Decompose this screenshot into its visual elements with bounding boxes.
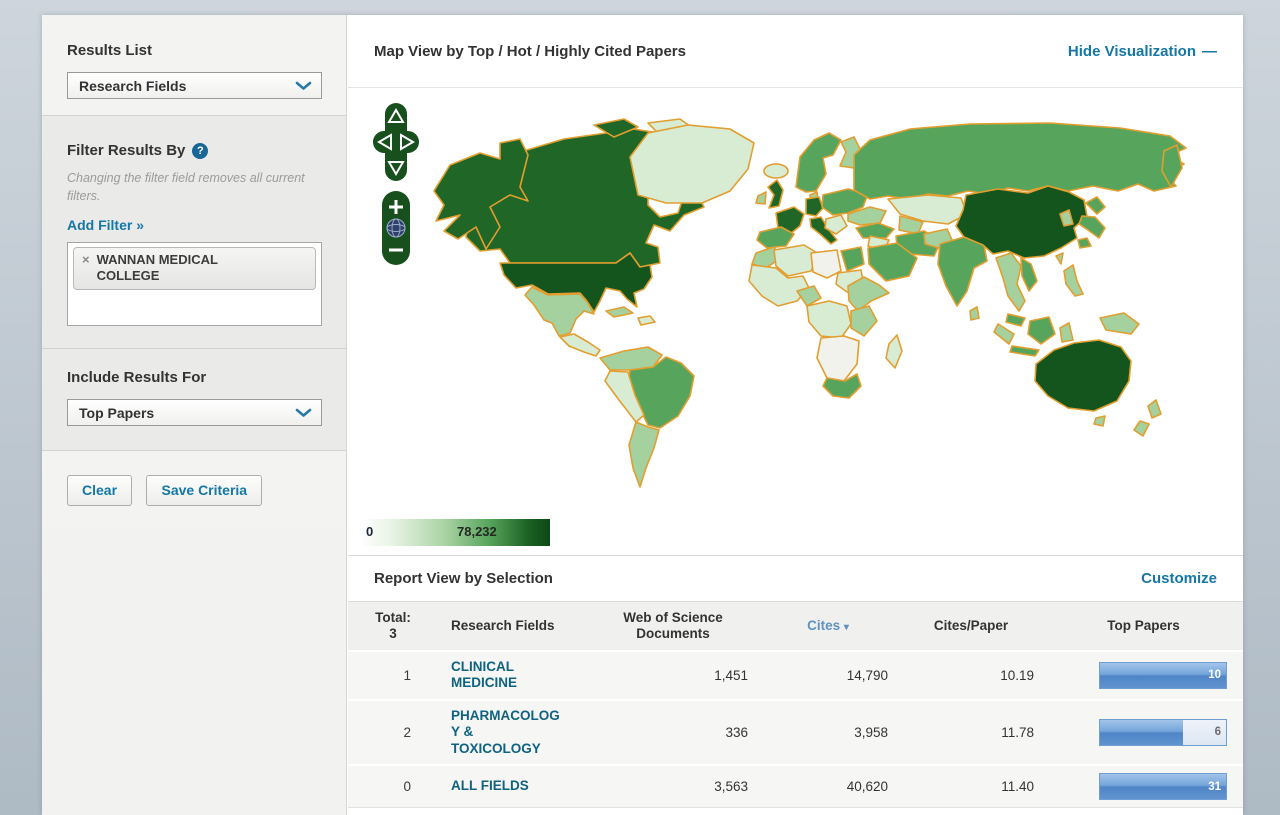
save-criteria-button[interactable]: Save Criteria <box>146 475 262 506</box>
results-list-heading: Results List <box>67 42 322 59</box>
zoom-control-icon <box>382 191 410 265</box>
filter-tag-label: WANNAN MEDICAL COLLEGE <box>97 252 267 283</box>
report-title: Report View by Selection <box>374 570 553 587</box>
include-results-dropdown[interactable]: Top Papers <box>67 399 322 426</box>
chevron-down-icon <box>295 408 312 418</box>
include-results-heading: Include Results For <box>67 369 322 386</box>
map-title: Map View by Top / Hot / Highly Cited Pap… <box>374 43 686 60</box>
filter-note: Changing the filter field removes all cu… <box>67 170 321 205</box>
minus-icon: — <box>1202 43 1217 60</box>
table-row: 1 CLINICAL MEDICINE 1,451 14,790 10.19 1… <box>348 651 1243 700</box>
cites-per-paper-value: 11.78 <box>898 700 1044 765</box>
row-rank: 2 <box>348 700 438 765</box>
results-list-selected: Research Fields <box>79 78 186 94</box>
cites-per-paper-header[interactable]: Cites/Paper <box>898 602 1044 651</box>
cites-value: 40,620 <box>758 765 898 808</box>
cites-value: 3,958 <box>758 700 898 765</box>
legend-max-label: 78,232 <box>457 524 497 539</box>
top-papers-bar: 6 <box>1099 719 1227 746</box>
customize-link[interactable]: Customize <box>1141 570 1217 587</box>
legend-min-label: 0 <box>366 524 373 539</box>
map-legend-gradient: 0 78,232 <box>361 519 550 546</box>
top-papers-header[interactable]: Top Papers <box>1044 602 1243 651</box>
choropleth-map-canvas[interactable] <box>348 95 1238 535</box>
row-rank: 1 <box>348 651 438 700</box>
field-link[interactable]: PHARMACOLOGY & TOXICOLOGY <box>451 708 561 757</box>
filter-list-box: × WANNAN MEDICAL COLLEGE <box>67 242 322 326</box>
research-fields-header[interactable]: Research Fields <box>438 602 588 651</box>
remove-filter-icon[interactable]: × <box>82 252 90 268</box>
filter-section: Filter Results By? Changing the filter f… <box>42 116 346 349</box>
top-papers-value: 31 <box>1208 781 1221 793</box>
main-panel: Map View by Top / Hot / Highly Cited Pap… <box>348 15 1243 815</box>
cites-per-paper-value: 11.40 <box>898 765 1044 808</box>
table-row: 0 ALL FIELDS 3,563 40,620 11.40 31 <box>348 765 1243 808</box>
docs-value: 3,563 <box>588 765 758 808</box>
map-header: Map View by Top / Hot / Highly Cited Pap… <box>348 15 1243 88</box>
map-navigation-controls[interactable] <box>372 103 420 273</box>
docs-value: 1,451 <box>588 651 758 700</box>
sort-descending-icon: ▾ <box>844 622 849 633</box>
add-filter-link[interactable]: Add Filter » <box>67 217 144 233</box>
top-papers-value: 6 <box>1215 726 1221 738</box>
filter-tag[interactable]: × WANNAN MEDICAL COLLEGE <box>73 247 316 290</box>
field-link[interactable]: ALL FIELDS <box>451 778 529 794</box>
filter-heading: Filter Results By? <box>67 142 322 159</box>
report-table: Total:3 Research Fields Web of Science D… <box>348 601 1243 808</box>
pan-control-icon <box>373 103 419 181</box>
sidebar: Results List Research Fields Filter Resu… <box>42 15 347 815</box>
include-results-section: Include Results For Top Papers <box>42 349 346 451</box>
top-papers-bar: 10 <box>1099 662 1227 689</box>
app-panel: Results List Research Fields Filter Resu… <box>42 15 1243 815</box>
top-papers-bar: 31 <box>1099 773 1227 800</box>
docs-value: 336 <box>588 700 758 765</box>
cites-sort-header[interactable]: Cites ▾ <box>758 602 898 651</box>
hide-visualization-link[interactable]: Hide Visualization— <box>1068 43 1217 60</box>
include-results-selected: Top Papers <box>79 405 154 421</box>
cites-per-paper-value: 10.19 <box>898 651 1044 700</box>
field-link[interactable]: CLINICAL MEDICINE <box>451 659 558 692</box>
page: { "colors": { "accent_blue": "#1577a5", … <box>0 0 1280 815</box>
cites-value: 14,790 <box>758 651 898 700</box>
world-map[interactable]: 0 78,232 <box>348 88 1243 555</box>
criteria-actions: Clear Save Criteria <box>42 451 346 528</box>
total-header: Total:3 <box>348 602 438 651</box>
results-list-dropdown[interactable]: Research Fields <box>67 72 322 99</box>
row-rank: 0 <box>348 765 438 808</box>
report-table-header-row: Total:3 Research Fields Web of Science D… <box>348 602 1243 651</box>
table-row: 2 PHARMACOLOGY & TOXICOLOGY 336 3,958 11… <box>348 700 1243 765</box>
results-list-section: Results List Research Fields <box>42 15 346 116</box>
report-header: Report View by Selection Customize <box>348 555 1243 601</box>
help-icon[interactable]: ? <box>192 143 208 159</box>
clear-button[interactable]: Clear <box>67 475 132 506</box>
chevron-down-icon <box>295 81 312 91</box>
top-papers-value: 10 <box>1208 669 1221 681</box>
wos-documents-header[interactable]: Web of Science Documents <box>588 602 758 651</box>
